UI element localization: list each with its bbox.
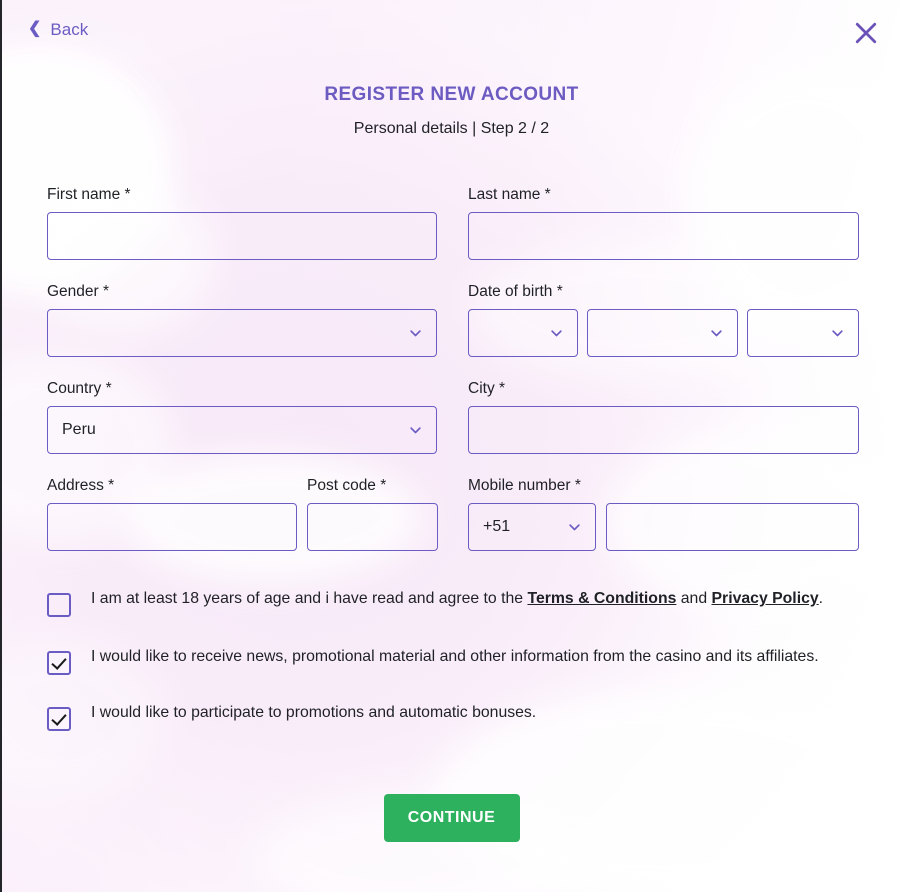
mobile-number-input[interactable] <box>606 503 859 551</box>
terms-text-after: . <box>818 590 824 607</box>
field-dob-year <box>747 283 859 357</box>
chevron-left-icon: ❮ <box>28 20 42 37</box>
form-row-names: First name * Last name * <box>47 186 859 261</box>
terms-text-before: I am at least 18 years of age and i have… <box>91 590 528 607</box>
chevron-down-icon <box>408 326 423 341</box>
country-value: Peru <box>62 421 96 438</box>
address-label: Address * <box>47 477 115 494</box>
page-title: REGISTER NEW ACCOUNT <box>324 84 579 105</box>
terms-and-conditions-link[interactable]: Terms & Conditions <box>527 590 676 607</box>
field-gender: Gender * <box>47 283 437 357</box>
gender-select[interactable] <box>47 309 437 357</box>
consent-row-promotions: I would like to participate to promotion… <box>47 697 859 731</box>
terms-checkbox[interactable] <box>47 593 71 617</box>
privacy-policy-link[interactable]: Privacy Policy <box>712 590 819 607</box>
form-row-address-mobile: Address * Post code * Mobile number * +5… <box>47 477 859 552</box>
registration-form: First name * Last name * Gender * Date o… <box>47 186 859 574</box>
date-of-birth-label: Date of birth * <box>468 283 563 300</box>
page-subtitle: Personal details | Step 2 / 2 <box>353 120 550 137</box>
consent-row-terms: I am at least 18 years of age and i have… <box>47 583 859 617</box>
field-first-name: First name * <box>47 186 437 260</box>
country-label: Country * <box>47 380 112 397</box>
back-button[interactable]: ❮ Back <box>28 20 88 40</box>
field-city: City * <box>468 380 859 454</box>
field-mobile-country-code: Mobile number * +51 <box>468 477 596 551</box>
first-name-label: First name * <box>47 186 131 203</box>
consent-checkbox-group: I am at least 18 years of age and i have… <box>47 583 859 753</box>
field-dob-day: Date of birth * <box>468 283 578 357</box>
city-input[interactable] <box>468 406 859 454</box>
continue-button[interactable]: CONTINUE <box>383 794 520 842</box>
promotions-checkbox-label: I would like to participate to promotion… <box>91 704 537 721</box>
city-label: City * <box>468 380 506 397</box>
form-row-country-city: Country * Peru City * <box>47 380 859 455</box>
last-name-input[interactable] <box>468 212 859 260</box>
chevron-down-icon <box>709 326 724 341</box>
dob-day-select[interactable] <box>468 309 578 357</box>
newsletter-checkbox-label: I would like to receive news, promotiona… <box>91 648 819 665</box>
field-post-code: Post code * <box>307 477 438 551</box>
dob-month-select[interactable] <box>587 309 738 357</box>
chevron-down-icon <box>549 326 564 341</box>
dob-year-select[interactable] <box>747 309 859 357</box>
chevron-down-icon <box>408 423 423 438</box>
last-name-label: Last name * <box>468 186 551 203</box>
modal-topbar: ❮ Back <box>2 0 901 64</box>
form-row-gender-dob: Gender * Date of birth * <box>47 283 859 358</box>
gender-label: Gender * <box>47 283 110 300</box>
mobile-country-code-value: +51 <box>483 518 511 535</box>
back-button-label: Back <box>50 20 89 39</box>
mobile-number-label: Mobile number * <box>468 477 581 494</box>
newsletter-checkbox[interactable] <box>47 651 71 675</box>
field-country: Country * Peru <box>47 380 437 454</box>
field-mobile-number <box>606 477 859 551</box>
consent-row-newsletter: I would like to receive news, promotiona… <box>47 641 859 675</box>
mobile-country-code-select[interactable]: +51 <box>468 503 596 551</box>
form-footer: CONTINUE <box>2 794 901 842</box>
post-code-label: Post code * <box>307 477 387 494</box>
terms-text-middle: and <box>676 590 712 607</box>
chevron-down-icon <box>830 326 845 341</box>
country-select[interactable]: Peru <box>47 406 437 454</box>
terms-checkbox-label: I am at least 18 years of age and i have… <box>91 583 823 611</box>
first-name-input[interactable] <box>47 212 437 260</box>
field-dob-month <box>587 283 738 357</box>
field-address: Address * <box>47 477 297 551</box>
chevron-down-icon <box>567 520 582 535</box>
field-last-name: Last name * <box>468 186 859 260</box>
post-code-input[interactable] <box>307 503 438 551</box>
address-input[interactable] <box>47 503 297 551</box>
promotions-checkbox[interactable] <box>47 707 71 731</box>
close-button[interactable] <box>851 18 881 48</box>
registration-modal: ❮ Back REGISTER NEW ACCOUNT Personal det… <box>0 0 901 892</box>
close-icon <box>855 22 877 44</box>
